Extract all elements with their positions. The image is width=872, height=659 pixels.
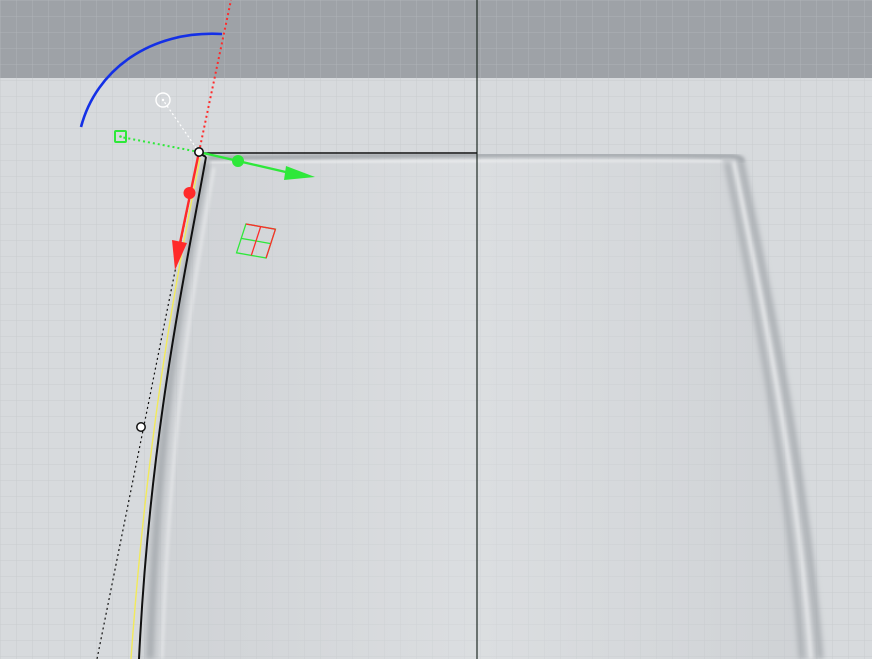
viewport-scene[interactable] bbox=[0, 0, 872, 659]
gumball-scale-handle-dot bbox=[119, 135, 122, 138]
3d-perspective-viewport[interactable] bbox=[0, 0, 872, 659]
glass-body-shading bbox=[138, 154, 818, 659]
gumball-center-dot bbox=[161, 98, 165, 102]
gumball-y-axis-handle[interactable] bbox=[232, 155, 244, 167]
gumball-origin-point[interactable] bbox=[194, 147, 205, 158]
gumball-x-axis-handle[interactable] bbox=[183, 187, 196, 199]
curve-control-point[interactable] bbox=[136, 422, 146, 432]
glass-reference-object bbox=[138, 152, 823, 659]
